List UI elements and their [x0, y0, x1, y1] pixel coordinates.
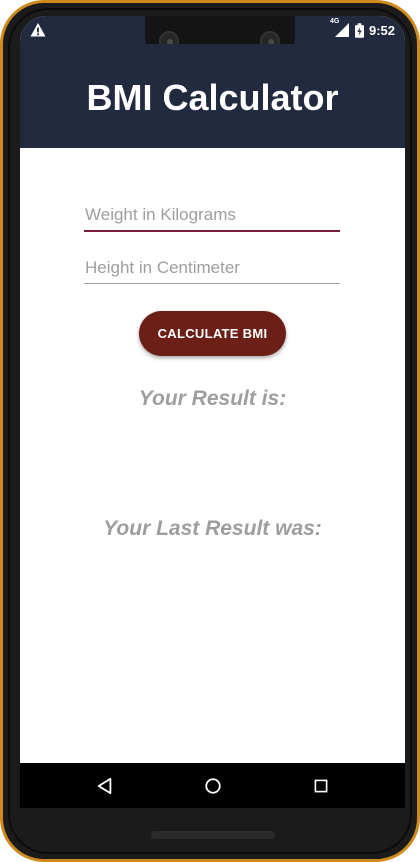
phone-frame: 4G 9:52 BMI Calculator CALCULATE BMI You… [0, 0, 420, 862]
status-time: 9:52 [368, 22, 395, 38]
app-bar: BMI Calculator [20, 44, 405, 148]
warning-icon [30, 23, 46, 37]
network-type-label: 4G [329, 18, 340, 25]
current-result-label: Your Result is: [138, 387, 287, 410]
last-result-label: Your Last Result was: [103, 517, 322, 540]
status-indicators: 4G 9:52 [330, 18, 395, 39]
navigation-bar [20, 763, 405, 808]
signal-icon: 4G [330, 18, 350, 38]
calculate-bmi-button[interactable]: CALCULATE BMI [139, 311, 286, 356]
battery-charging-icon [354, 22, 364, 38]
weight-input[interactable] [84, 200, 340, 232]
back-triangle-icon[interactable] [93, 774, 117, 798]
home-circle-icon[interactable] [201, 774, 225, 798]
recents-square-icon[interactable] [309, 774, 333, 798]
device-speaker-grille [151, 831, 275, 839]
app-title: BMI Calculator [86, 77, 339, 118]
height-input[interactable] [84, 252, 340, 284]
app-screen: 4G 9:52 BMI Calculator CALCULATE BMI You… [20, 16, 405, 808]
